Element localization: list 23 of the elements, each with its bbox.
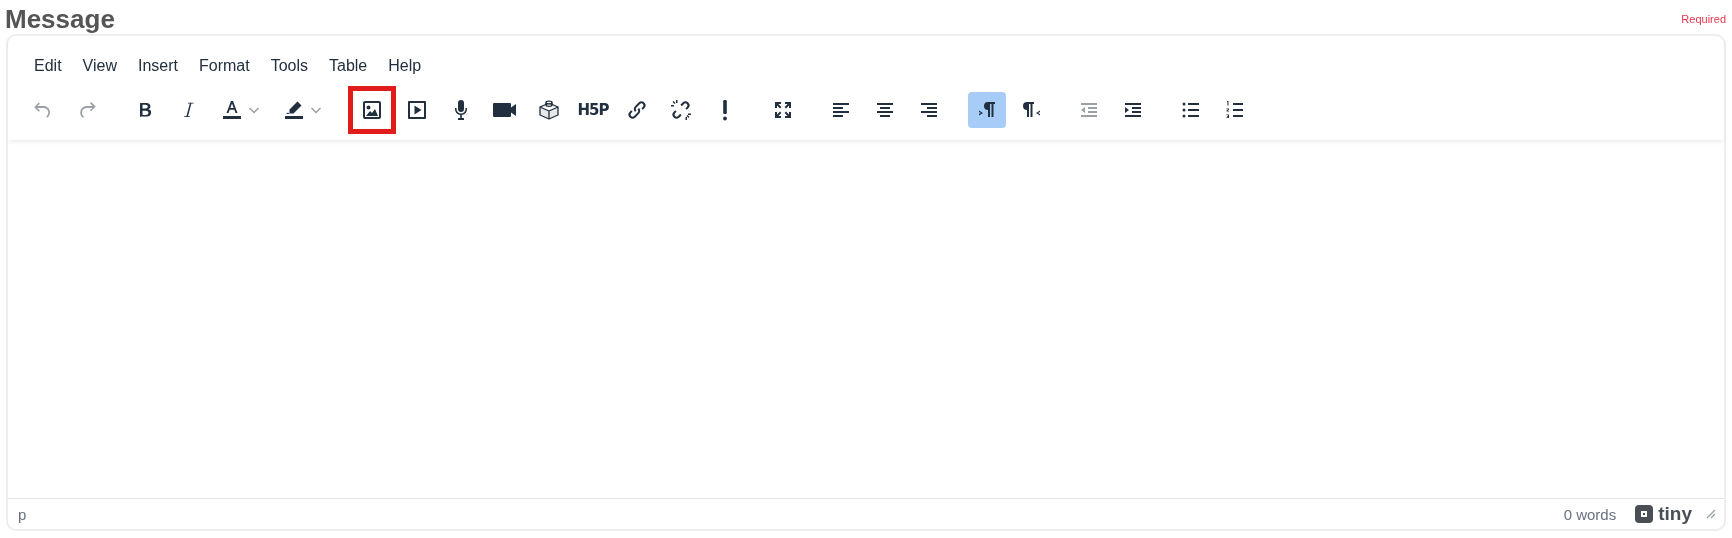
exclamation-icon: [723, 99, 727, 121]
menu-item[interactable]: Format: [189, 51, 260, 81]
required-note: Required: [1681, 13, 1726, 25]
h5p-button[interactable]: H5P: [574, 92, 612, 128]
brand-name[interactable]: tiny: [1658, 503, 1692, 525]
logo-icon: [1634, 504, 1655, 524]
link-icon: [625, 98, 649, 122]
left-to-right-button[interactable]: [968, 92, 1006, 128]
element-path[interactable]: p: [18, 505, 1564, 523]
menu-item[interactable]: Insert: [127, 51, 188, 81]
cube-icon: [537, 98, 561, 122]
broken-link-icon: [669, 98, 693, 122]
menu-item[interactable]: Tools: [260, 51, 318, 81]
text-color-icon: [220, 98, 244, 122]
field-label: Message: [5, 4, 115, 34]
menu-item[interactable]: Help: [378, 51, 432, 81]
play-icon: [405, 98, 429, 122]
menu-item[interactable]: Edit: [24, 51, 72, 81]
word-count[interactable]: 0 words: [1563, 505, 1617, 523]
resize-handle-icon[interactable]: [1706, 509, 1716, 519]
menu-item[interactable]: View: [72, 51, 127, 81]
image-icon: [360, 98, 384, 122]
menu-item[interactable]: Table: [319, 51, 378, 81]
